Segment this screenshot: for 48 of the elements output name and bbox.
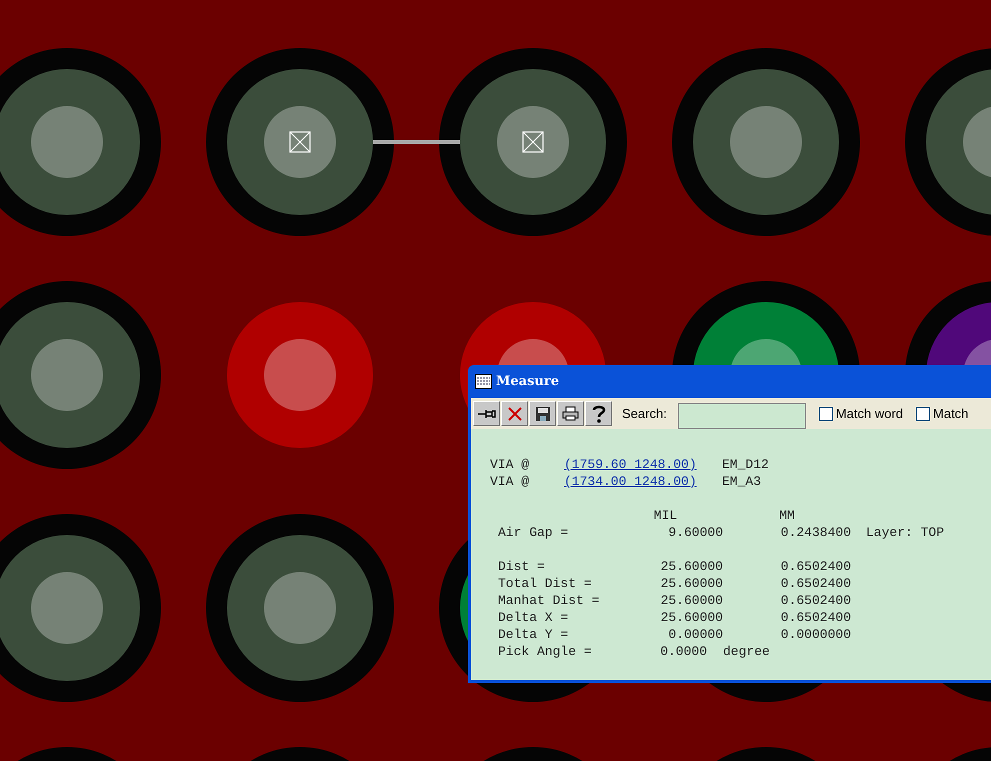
search-label: Search: xyxy=(622,406,667,421)
pin-icon xyxy=(478,408,496,420)
toolbar-button[interactable] xyxy=(473,401,500,426)
mm-value: 0.0000000 xyxy=(780,626,851,643)
mil-value: 0.00000 xyxy=(667,626,723,643)
checkbox[interactable] xyxy=(818,406,833,420)
pick-marker-icon xyxy=(522,131,544,153)
column-header: MIL xyxy=(652,507,678,524)
toolbar-button[interactable] xyxy=(529,401,556,426)
toolbar-button[interactable] xyxy=(557,401,584,426)
pick-marker-icon xyxy=(289,131,311,153)
mil-value: 9.60000 xyxy=(667,524,723,541)
mm-value: 0.6502400 xyxy=(780,575,851,592)
mm-value: 0.6502400 xyxy=(780,558,851,575)
measure-label: Total Dist = xyxy=(498,575,593,592)
via-label: VIA @ xyxy=(490,456,530,473)
mm-value: 0.6502400 xyxy=(780,592,851,609)
measure-label: Dist = xyxy=(498,558,546,575)
printer-icon xyxy=(562,406,579,421)
via-label: VIA @ xyxy=(490,473,530,490)
measure-label: Manhat Dist = xyxy=(498,592,600,609)
mil-value: 25.60000 xyxy=(660,592,723,609)
checkbox-label: Match xyxy=(933,406,968,421)
net-name: EM_D12 xyxy=(722,456,770,473)
coordinate-link[interactable]: (1734.00 1248.00) xyxy=(564,474,697,489)
measure-label: Delta Y = xyxy=(498,626,570,643)
coordinate-link[interactable]: (1759.60 1248.00) xyxy=(564,457,697,472)
measure-label: Air Gap = xyxy=(498,524,570,541)
checkbox-label: Match word xyxy=(836,406,904,421)
measure-label: Delta X = xyxy=(498,609,570,626)
mil-value: 25.60000 xyxy=(660,558,723,575)
window-title: Measure xyxy=(496,374,559,389)
checkbox[interactable] xyxy=(916,406,930,420)
close-icon xyxy=(508,406,522,420)
mm-value: 0.2438400 xyxy=(780,524,851,541)
window-icon xyxy=(475,374,492,389)
help-icon xyxy=(592,404,606,422)
measure-label: Pick Angle = xyxy=(498,643,593,660)
mm-value: 0.6502400 xyxy=(780,609,851,626)
toolbar-button[interactable] xyxy=(585,401,612,426)
column-header: MM xyxy=(778,507,796,524)
mil-value: 25.60000 xyxy=(660,609,723,626)
mil-value: 25.60000 xyxy=(660,575,723,592)
angle-value: 0.0000 xyxy=(659,643,708,660)
layer-text: Layer: TOP xyxy=(865,524,946,541)
search-field[interactable] xyxy=(678,403,806,429)
net-name: EM_A3 xyxy=(722,473,762,490)
angle-unit: degree xyxy=(723,643,771,660)
